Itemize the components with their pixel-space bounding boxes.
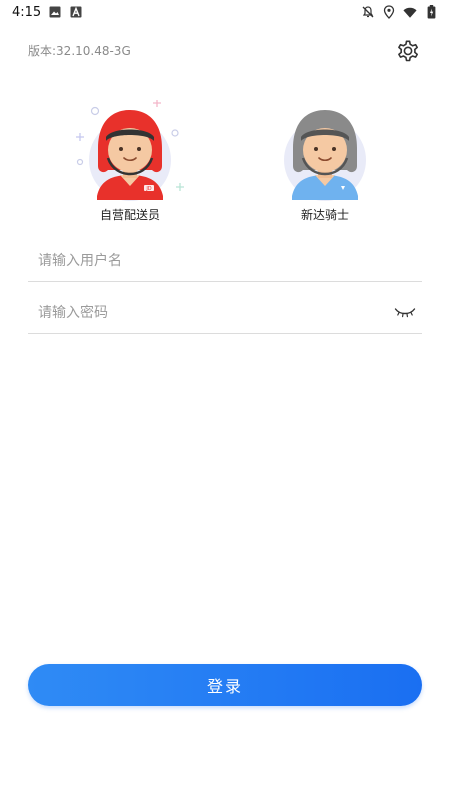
eye-closed-icon bbox=[394, 308, 416, 318]
username-field-wrapper bbox=[28, 242, 422, 282]
password-input[interactable] bbox=[28, 294, 378, 332]
status-bar: 4:15 bbox=[0, 0, 450, 24]
role-label-rider: 新达骑士 bbox=[300, 208, 349, 222]
wifi-icon bbox=[403, 5, 417, 19]
status-bar-left: 4:15 bbox=[12, 5, 83, 20]
login-button[interactable]: 登录 bbox=[28, 664, 422, 706]
username-input[interactable] bbox=[28, 242, 422, 280]
battery-icon bbox=[424, 5, 438, 19]
rider-avatar-icon bbox=[284, 110, 366, 201]
status-time: 4:15 bbox=[12, 4, 42, 20]
courier-avatar-icon: JD bbox=[76, 100, 184, 201]
gear-icon bbox=[398, 40, 419, 62]
notifications-off-icon bbox=[361, 5, 375, 19]
role-option-rider[interactable]: 新达骑士 bbox=[265, 100, 385, 230]
app-a-icon bbox=[69, 5, 83, 19]
status-bar-right bbox=[361, 5, 438, 19]
settings-button[interactable] bbox=[392, 35, 424, 67]
version-label: 版本:32.10.48-3G bbox=[28, 44, 131, 58]
password-field-wrapper bbox=[28, 294, 422, 334]
location-icon bbox=[382, 5, 396, 19]
role-option-courier[interactable]: JD 自营配送员 bbox=[70, 100, 190, 230]
svg-text:JD: JD bbox=[145, 186, 151, 192]
password-visibility-toggle[interactable] bbox=[394, 304, 416, 322]
image-icon bbox=[48, 5, 62, 19]
role-label-courier: 自营配送员 bbox=[99, 208, 160, 222]
